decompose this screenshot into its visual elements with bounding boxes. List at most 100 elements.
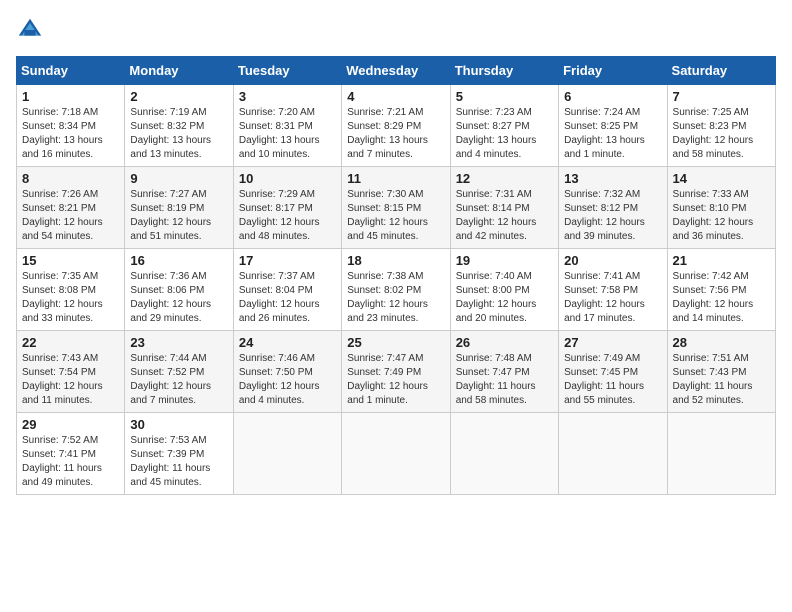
day-number: 19 [456,253,553,268]
col-friday: Friday [559,57,667,85]
table-row [342,413,450,495]
table-row: 4 Sunrise: 7:21 AMSunset: 8:29 PMDaylight… [342,85,450,167]
table-row: 29 Sunrise: 7:52 AMSunset: 7:41 PMDayligh… [17,413,125,495]
day-number: 27 [564,335,661,350]
day-number: 10 [239,171,336,186]
table-row: 18 Sunrise: 7:38 AMSunset: 8:02 PMDayligh… [342,249,450,331]
table-row: 27 Sunrise: 7:49 AMSunset: 7:45 PMDayligh… [559,331,667,413]
day-info: Sunrise: 7:48 AMSunset: 7:47 PMDaylight:… [456,352,553,408]
table-row [559,413,667,495]
table-row: 7 Sunrise: 7:25 AMSunset: 8:23 PMDaylight… [667,85,775,167]
table-row: 25 Sunrise: 7:47 AMSunset: 7:49 PMDayligh… [342,331,450,413]
col-monday: Monday [125,57,233,85]
table-row: 5 Sunrise: 7:23 AMSunset: 8:27 PMDaylight… [450,85,558,167]
logo [16,16,48,44]
day-info: Sunrise: 7:37 AMSunset: 8:04 PMDaylight:… [239,270,336,326]
col-thursday: Thursday [450,57,558,85]
day-number: 4 [347,89,444,104]
table-row: 6 Sunrise: 7:24 AMSunset: 8:25 PMDaylight… [559,85,667,167]
day-number: 11 [347,171,444,186]
table-row: 30Sunrise: 7:53 AMSunset: 7:39 PMDayligh… [125,413,233,495]
day-info: Sunrise: 7:47 AMSunset: 7:49 PMDaylight:… [347,352,444,408]
day-info: Sunrise: 7:36 AMSunset: 8:06 PMDaylight:… [130,270,227,326]
day-number: 21 [673,253,770,268]
page-header [16,16,776,44]
day-info: Sunrise: 7:42 AMSunset: 7:56 PMDaylight:… [673,270,770,326]
calendar-week-row: 29 Sunrise: 7:52 AMSunset: 7:41 PMDayligh… [17,413,776,495]
col-wednesday: Wednesday [342,57,450,85]
calendar-week-row: 15 Sunrise: 7:35 AMSunset: 8:08 PMDayligh… [17,249,776,331]
table-row: 14Sunrise: 7:33 AMSunset: 8:10 PMDayligh… [667,167,775,249]
day-info: Sunrise: 7:26 AMSunset: 8:21 PMDaylight:… [22,188,119,244]
day-number: 3 [239,89,336,104]
table-row: 26 Sunrise: 7:48 AMSunset: 7:47 PMDayligh… [450,331,558,413]
table-row: 12 Sunrise: 7:31 AMSunset: 8:14 PMDayligh… [450,167,558,249]
table-row: 22 Sunrise: 7:43 AMSunset: 7:54 PMDayligh… [17,331,125,413]
table-row: 21 Sunrise: 7:42 AMSunset: 7:56 PMDayligh… [667,249,775,331]
day-info: Sunrise: 7:23 AMSunset: 8:27 PMDaylight:… [456,106,553,162]
table-row: 10 Sunrise: 7:29 AMSunset: 8:17 PMDayligh… [233,167,341,249]
day-number: 6 [564,89,661,104]
day-info: Sunrise: 7:21 AMSunset: 8:29 PMDaylight:… [347,106,444,162]
day-info: Sunrise: 7:53 AMSunset: 7:39 PMDaylight:… [130,434,227,490]
calendar-header-row: Sunday Monday Tuesday Wednesday Thursday… [17,57,776,85]
day-info: Sunrise: 7:19 AMSunset: 8:32 PMDaylight:… [130,106,227,162]
day-number: 24 [239,335,336,350]
day-info: Sunrise: 7:24 AMSunset: 8:25 PMDaylight:… [564,106,661,162]
table-row: 17 Sunrise: 7:37 AMSunset: 8:04 PMDayligh… [233,249,341,331]
day-number: 22 [22,335,119,350]
table-row [667,413,775,495]
day-info: Sunrise: 7:30 AMSunset: 8:15 PMDaylight:… [347,188,444,244]
day-info: Sunrise: 7:31 AMSunset: 8:14 PMDaylight:… [456,188,553,244]
day-number: 5 [456,89,553,104]
day-number: 15 [22,253,119,268]
day-info: Sunrise: 7:25 AMSunset: 8:23 PMDaylight:… [673,106,770,162]
day-number: 8 [22,171,119,186]
table-row: 28Sunrise: 7:51 AMSunset: 7:43 PMDayligh… [667,331,775,413]
day-number: 7 [673,89,770,104]
table-row: 9 Sunrise: 7:27 AMSunset: 8:19 PMDaylight… [125,167,233,249]
day-number: 13 [564,171,661,186]
day-number: 9 [130,171,227,186]
day-info: Sunrise: 7:20 AMSunset: 8:31 PMDaylight:… [239,106,336,162]
table-row: 20 Sunrise: 7:41 AMSunset: 7:58 PMDayligh… [559,249,667,331]
calendar-week-row: 22 Sunrise: 7:43 AMSunset: 7:54 PMDayligh… [17,331,776,413]
col-tuesday: Tuesday [233,57,341,85]
day-number: 18 [347,253,444,268]
day-info: Sunrise: 7:43 AMSunset: 7:54 PMDaylight:… [22,352,119,408]
day-info: Sunrise: 7:52 AMSunset: 7:41 PMDaylight:… [22,434,119,490]
table-row: 3 Sunrise: 7:20 AMSunset: 8:31 PMDaylight… [233,85,341,167]
calendar-table: Sunday Monday Tuesday Wednesday Thursday… [16,56,776,495]
table-row: 19 Sunrise: 7:40 AMSunset: 8:00 PMDayligh… [450,249,558,331]
table-row [450,413,558,495]
table-row [233,413,341,495]
day-info: Sunrise: 7:18 AMSunset: 8:34 PMDaylight:… [22,106,119,162]
day-number: 29 [22,417,119,432]
day-number: 20 [564,253,661,268]
day-info: Sunrise: 7:32 AMSunset: 8:12 PMDaylight:… [564,188,661,244]
table-row: 13 Sunrise: 7:32 AMSunset: 8:12 PMDayligh… [559,167,667,249]
day-number: 28 [673,335,770,350]
table-row: 11 Sunrise: 7:30 AMSunset: 8:15 PMDayligh… [342,167,450,249]
day-info: Sunrise: 7:27 AMSunset: 8:19 PMDaylight:… [130,188,227,244]
day-info: Sunrise: 7:49 AMSunset: 7:45 PMDaylight:… [564,352,661,408]
table-row: 16Sunrise: 7:36 AMSunset: 8:06 PMDayligh… [125,249,233,331]
day-number: 14 [673,171,770,186]
day-number: 1 [22,89,119,104]
day-number: 12 [456,171,553,186]
day-number: 17 [239,253,336,268]
day-number: 23 [130,335,227,350]
day-info: Sunrise: 7:44 AMSunset: 7:52 PMDaylight:… [130,352,227,408]
day-info: Sunrise: 7:40 AMSunset: 8:00 PMDaylight:… [456,270,553,326]
table-row: 1 Sunrise: 7:18 AMSunset: 8:34 PMDaylight… [17,85,125,167]
day-number: 26 [456,335,553,350]
day-info: Sunrise: 7:38 AMSunset: 8:02 PMDaylight:… [347,270,444,326]
day-number: 2 [130,89,227,104]
day-info: Sunrise: 7:35 AMSunset: 8:08 PMDaylight:… [22,270,119,326]
day-info: Sunrise: 7:41 AMSunset: 7:58 PMDaylight:… [564,270,661,326]
table-row: 15 Sunrise: 7:35 AMSunset: 8:08 PMDayligh… [17,249,125,331]
logo-icon [16,16,44,44]
day-number: 25 [347,335,444,350]
day-info: Sunrise: 7:29 AMSunset: 8:17 PMDaylight:… [239,188,336,244]
col-saturday: Saturday [667,57,775,85]
